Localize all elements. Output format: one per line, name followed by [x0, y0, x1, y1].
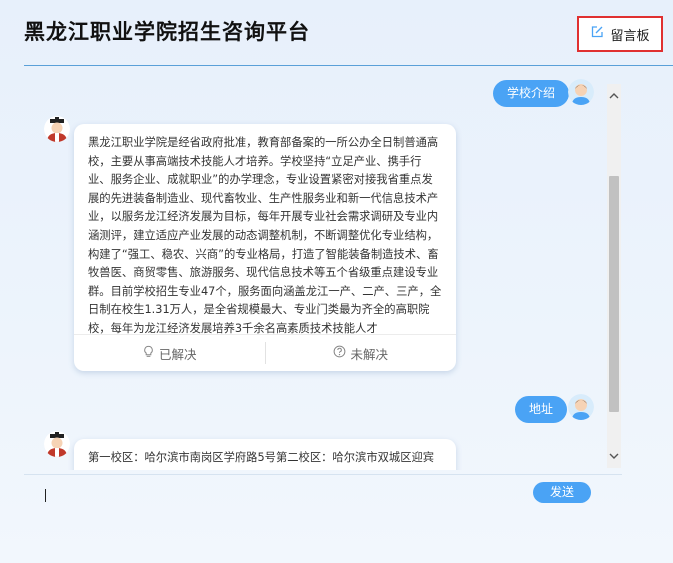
bot-message-text: 黑龙江职业学院是经省政府批准，教育部备案的一所公办全日制普通高校，主要从事高端技… [88, 136, 442, 335]
resolved-label: 已解决 [158, 346, 197, 362]
unresolved-button[interactable]: 未解决 [266, 344, 457, 363]
user-message-text: 学校介绍 [507, 86, 556, 100]
text-cursor [45, 489, 46, 502]
page-title: 黑龙江职业学院招生咨询平台 [24, 20, 310, 44]
header: 黑龙江职业学院招生咨询平台 留言板 [0, 0, 673, 66]
user-message-bubble: 地址 [515, 396, 568, 423]
scroll-thumb[interactable] [609, 176, 619, 412]
bot-message-bubble: 第一校区：哈尔滨市南岗区学府路5号第二校区：哈尔滨市双城区迎宾路162号 [74, 439, 456, 470]
message-input[interactable] [40, 482, 520, 512]
user-message-bubble: 学校介绍 [493, 80, 570, 107]
scroll-down-icon[interactable] [607, 448, 621, 464]
bot-message-text: 第一校区：哈尔滨市南岗区学府路5号第二校区：哈尔滨市双城区迎宾路162号 [88, 451, 435, 470]
user-avatar [568, 394, 594, 420]
user-message-text: 地址 [529, 402, 554, 416]
scroll-up-icon[interactable] [607, 88, 621, 104]
bot-message-bubble: 黑龙江职业学院是经省政府批准，教育部备案的一所公办全日制普通高校，主要从事高端技… [74, 124, 456, 371]
resolved-button[interactable]: 已解决 [74, 344, 265, 363]
send-button[interactable]: 发送 [533, 482, 591, 503]
lightbulb-icon [142, 345, 155, 361]
input-divider [24, 474, 622, 475]
unresolved-label: 未解决 [350, 346, 388, 362]
user-avatar [568, 79, 594, 105]
question-icon [333, 345, 346, 361]
chat-area[interactable]: 学校介绍 黑龙江职业学院是经省政府批准，教育部备案的一所公办全日制普通高校，主要… [24, 70, 622, 470]
edit-icon [590, 25, 604, 43]
header-divider [24, 65, 673, 66]
chat-scrollbar[interactable] [607, 84, 621, 468]
message-board-label: 留言板 [610, 28, 650, 44]
bot-avatar [44, 431, 70, 457]
bot-avatar [44, 116, 70, 142]
message-board-button[interactable]: 留言板 [577, 16, 663, 52]
feedback-bar: 已解决 未解决 [74, 334, 456, 371]
